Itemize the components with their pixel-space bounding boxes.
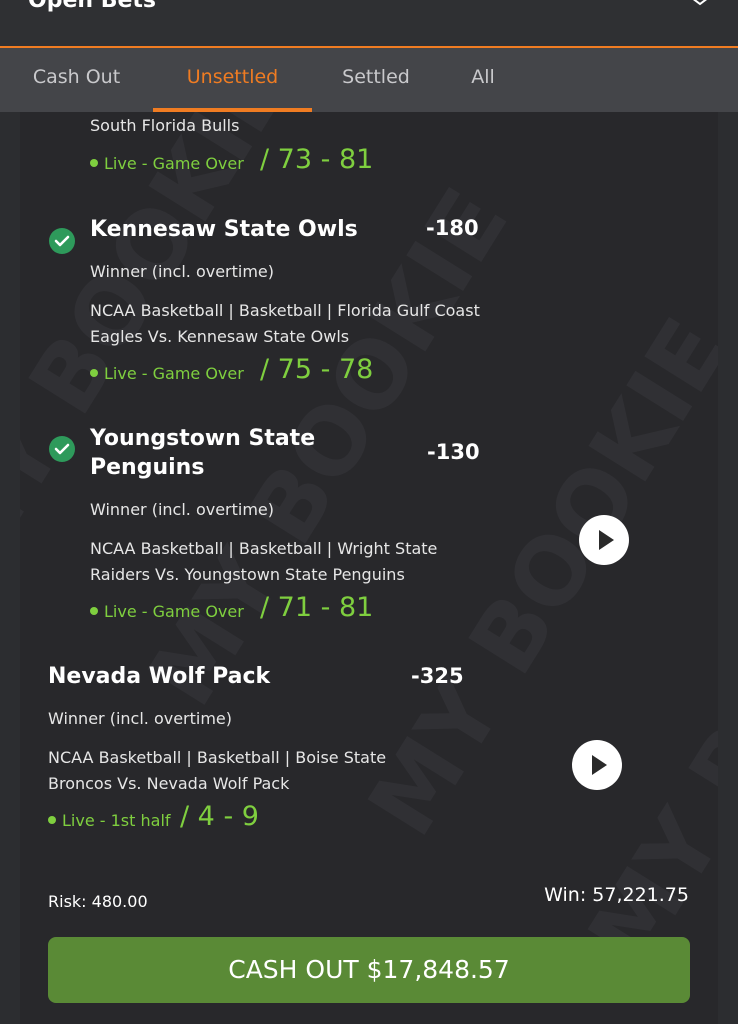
live-dot-icon bbox=[90, 159, 98, 167]
leg-team-name: Youngstown State Penguins bbox=[90, 426, 316, 480]
cash-out-button[interactable]: CASH OUT $17,848.57 bbox=[48, 937, 690, 1003]
leg-description: NCAA Basketball | Basketball | Florida G… bbox=[90, 301, 480, 346]
win-amount: Win: 57,221.75 bbox=[544, 884, 689, 906]
live-status-text: Live - Game Over bbox=[104, 154, 244, 173]
leg-team-name: Nevada Wolf Pack bbox=[48, 664, 271, 689]
live-status-text: Live - 1st half bbox=[62, 811, 171, 830]
leg-description: NCAA Basketball | Basketball | Wright St… bbox=[90, 539, 438, 584]
leg-market: Winner (incl. overtime) bbox=[48, 709, 233, 728]
leg-odds: -130 bbox=[427, 440, 480, 464]
check-icon bbox=[49, 436, 75, 462]
watermark-line: MY BOOKIE bbox=[20, 112, 309, 594]
risk-amount: Risk: 480.00 bbox=[48, 892, 148, 911]
live-status-text: Live - Game Over bbox=[104, 364, 244, 383]
leg-odds: -325 bbox=[411, 664, 464, 688]
tab-unsettled[interactable]: Unsettled bbox=[153, 48, 312, 112]
live-status: Live - Game Over bbox=[90, 364, 244, 383]
live-dot-icon bbox=[90, 607, 98, 615]
play-video-icon[interactable] bbox=[579, 515, 629, 565]
live-dot-icon bbox=[48, 816, 56, 824]
tab-cash-out[interactable]: Cash Out bbox=[0, 48, 153, 112]
app-header: Open Bets bbox=[0, 0, 738, 48]
bet-tabs: Cash Out Unsettled Settled All bbox=[0, 48, 738, 112]
live-score: / 71 - 81 bbox=[260, 592, 374, 623]
live-score: / 73 - 81 bbox=[260, 144, 374, 175]
play-video-icon[interactable] bbox=[572, 740, 622, 790]
leg-market: Winner (incl. overtime) bbox=[90, 500, 275, 519]
page-title: Open Bets bbox=[28, 0, 156, 13]
live-status: Live - Game Over bbox=[90, 154, 244, 173]
bet-card[interactable]: MY BOOKIE MY BOOKIE MY BOOKIE MY BOOKIE … bbox=[20, 112, 718, 1024]
tab-all[interactable]: All bbox=[440, 48, 526, 112]
leg-team-name: Kennesaw State Owls bbox=[90, 217, 358, 242]
live-status: Live - 1st half bbox=[48, 811, 171, 830]
live-score: / 75 - 78 bbox=[260, 354, 374, 385]
live-status-text: Live - Game Over bbox=[104, 602, 244, 621]
leg-description: NCAA Basketball | Basketball | Boise Sta… bbox=[48, 748, 387, 793]
tab-settled[interactable]: Settled bbox=[312, 48, 440, 112]
leg-team-name: South Florida Bulls bbox=[90, 116, 240, 135]
check-icon bbox=[49, 228, 75, 254]
live-score: / 4 - 9 bbox=[180, 801, 259, 832]
live-dot-icon bbox=[90, 369, 98, 377]
leg-odds: -180 bbox=[426, 216, 479, 240]
chevron-down-icon[interactable] bbox=[690, 0, 710, 8]
live-status: Live - Game Over bbox=[90, 602, 244, 621]
leg-market: Winner (incl. overtime) bbox=[90, 262, 275, 281]
